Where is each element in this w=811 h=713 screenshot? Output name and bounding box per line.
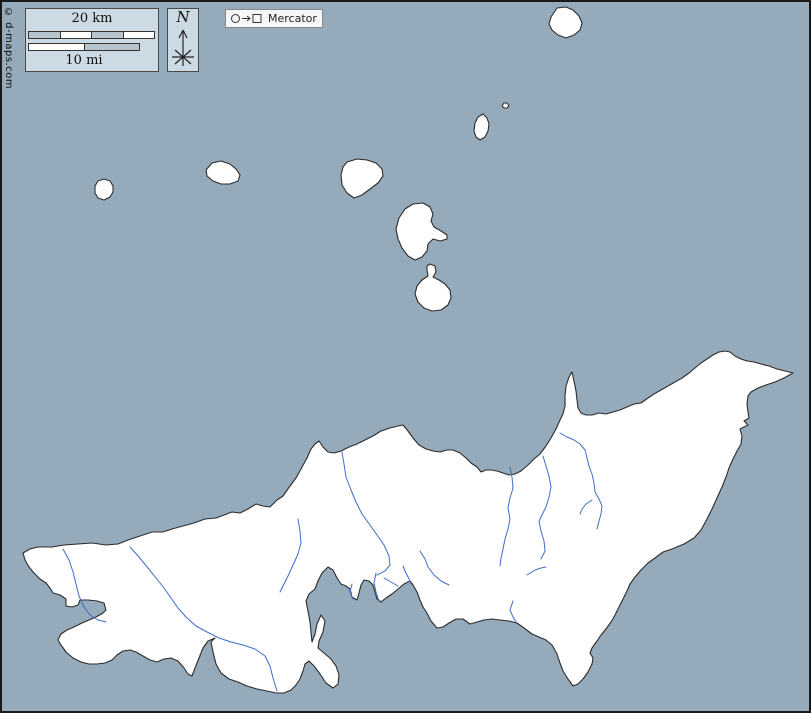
island-center-middle — [396, 203, 447, 260]
compass-rose-icon — [169, 26, 197, 68]
island-west — [206, 161, 240, 184]
projection-icon — [230, 12, 264, 25]
projection-label-box: Mercator — [225, 9, 323, 28]
map-image — [0, 0, 811, 713]
scale-mi-bar — [28, 43, 140, 51]
scale-segment — [91, 32, 123, 38]
scale-segment — [29, 44, 84, 50]
scale-segment — [29, 32, 60, 38]
scale-km-label: 20 km — [26, 11, 158, 26]
island-north — [549, 7, 582, 38]
scale-segment — [123, 32, 155, 38]
scale-bar: 20 km 10 mi — [25, 8, 159, 72]
map-canvas: 20 km 10 mi N — [0, 0, 811, 713]
island-center-upper — [341, 159, 383, 198]
copyright: © d-maps.com — [3, 7, 14, 89]
scale-segment — [60, 32, 92, 38]
islet-oval — [474, 114, 489, 140]
projection-name: Mercator — [268, 12, 317, 25]
islet-round-west — [95, 179, 113, 200]
scale-mi-label: 10 mi — [26, 53, 142, 68]
islet-dot — [502, 103, 509, 108]
compass-north-label: N — [168, 9, 198, 26]
island-center-lower — [415, 264, 451, 311]
scale-segment — [84, 44, 140, 50]
compass: N — [167, 8, 199, 72]
main-island — [23, 351, 793, 693]
scale-km-bar — [28, 31, 155, 39]
